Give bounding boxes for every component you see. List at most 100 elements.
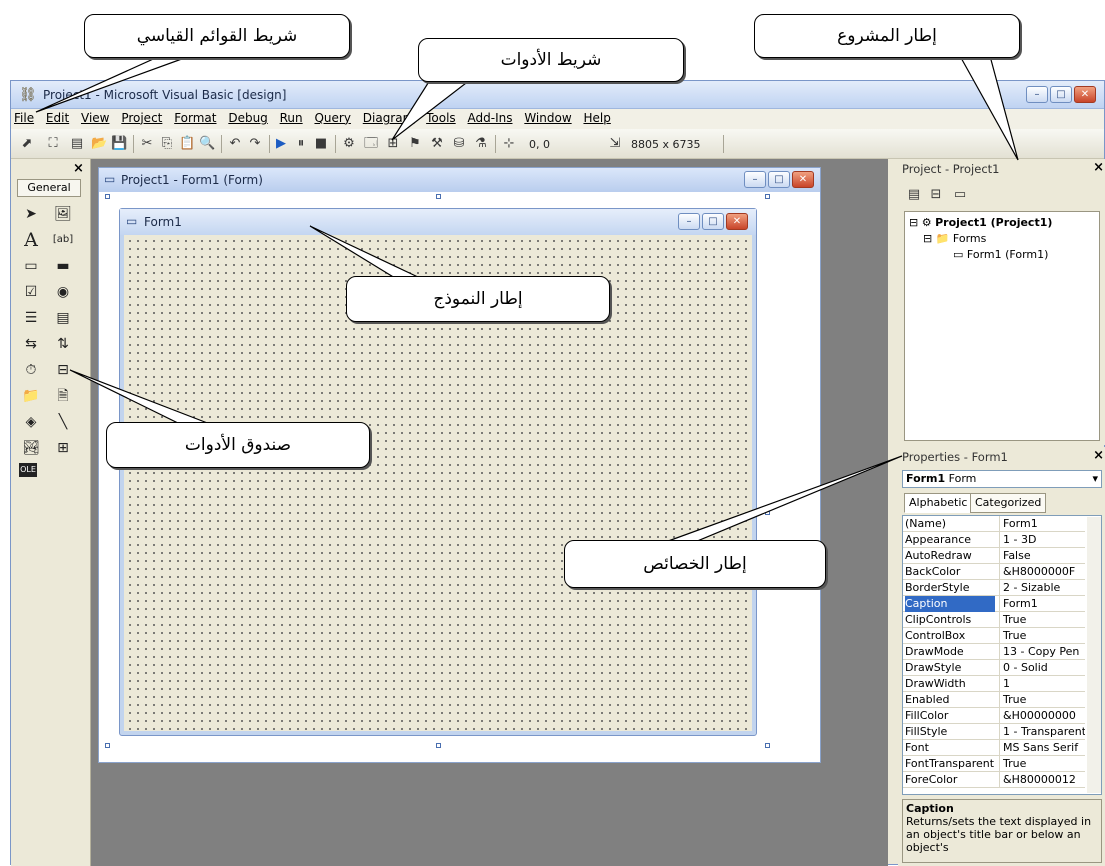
resize-handle[interactable] bbox=[436, 194, 441, 199]
undo-icon[interactable]: ↶ bbox=[227, 136, 243, 152]
visual-component-manager-icon[interactable]: ⚗ bbox=[473, 136, 489, 152]
property-row[interactable]: ForeColor &H80000012 bbox=[903, 772, 1085, 788]
property-value[interactable]: 13 - Copy Pen bbox=[999, 644, 1085, 660]
form1-close-button[interactable]: ✕ bbox=[726, 213, 748, 230]
toggle-folders-icon[interactable]: ▭ bbox=[952, 187, 968, 203]
property-row[interactable]: BackColor &H8000000F bbox=[903, 564, 1085, 580]
designer-minimize-button[interactable]: – bbox=[744, 171, 766, 188]
project-panel-close-icon[interactable]: × bbox=[1093, 160, 1104, 175]
close-button[interactable]: ✕ bbox=[1074, 86, 1096, 103]
end-icon[interactable]: ■ bbox=[313, 136, 329, 152]
property-value[interactable]: 2 - Sizable bbox=[999, 580, 1085, 596]
hscrollbar-icon[interactable]: ⇆ bbox=[19, 333, 43, 355]
property-value[interactable]: True bbox=[999, 692, 1085, 708]
cut-icon[interactable]: ✂ bbox=[139, 136, 155, 152]
form-designer-titlebar[interactable]: ▭ Project1 - Form1 (Form) – □ ✕ bbox=[99, 168, 820, 192]
project-explorer-icon[interactable]: ⚙ bbox=[341, 136, 357, 152]
combobox-icon[interactable]: ☰ bbox=[19, 307, 43, 329]
tree-expand-icon[interactable]: ⊟ bbox=[923, 232, 932, 245]
copy-icon[interactable]: ⎘ bbox=[159, 136, 175, 152]
property-value[interactable]: False bbox=[999, 548, 1085, 564]
menu-view[interactable]: View bbox=[78, 109, 112, 127]
chevron-down-icon[interactable]: ▾ bbox=[1092, 471, 1098, 487]
optionbutton-icon[interactable]: ◉ bbox=[51, 281, 75, 303]
property-value[interactable]: &H80000012 bbox=[999, 772, 1085, 788]
property-value[interactable]: 1 bbox=[999, 676, 1085, 692]
properties-window-icon[interactable]: 🗔 bbox=[363, 136, 379, 152]
redo-icon[interactable]: ↷ bbox=[247, 136, 263, 152]
shape-icon[interactable]: ◈ bbox=[19, 411, 43, 433]
property-value[interactable]: True bbox=[999, 628, 1085, 644]
property-row[interactable]: Appearance 1 - 3D bbox=[903, 532, 1085, 548]
property-row[interactable]: ControlBox True bbox=[903, 628, 1085, 644]
property-row[interactable]: ClipControls True bbox=[903, 612, 1085, 628]
ole-icon[interactable]: OLE bbox=[19, 463, 37, 477]
tab-categorized[interactable]: Categorized bbox=[970, 493, 1047, 513]
timer-icon[interactable]: ⏱ bbox=[19, 359, 43, 381]
property-row[interactable]: DrawMode 13 - Copy Pen bbox=[903, 644, 1085, 660]
property-row[interactable]: FillColor &H00000000 bbox=[903, 708, 1085, 724]
tree-node-form1[interactable]: ▭ Form1 (Form1) bbox=[953, 248, 1048, 261]
textbox-icon[interactable]: [ab] bbox=[51, 229, 75, 251]
menu-window[interactable]: Window bbox=[521, 109, 574, 127]
frame-icon[interactable]: ▭ bbox=[19, 255, 43, 277]
property-row[interactable]: AutoRedraw False bbox=[903, 548, 1085, 564]
menu-query[interactable]: Query bbox=[311, 109, 353, 127]
filelistbox-icon[interactable]: 🗎 bbox=[51, 385, 75, 407]
property-value[interactable]: &H8000000F bbox=[999, 564, 1085, 580]
form1-minimize-button[interactable]: – bbox=[678, 213, 700, 230]
menu-add-ins[interactable]: Add-Ins bbox=[465, 109, 516, 127]
toolbox-tab-general[interactable]: General bbox=[17, 179, 81, 197]
property-row[interactable]: (Name) Form1 bbox=[903, 516, 1085, 532]
menu-file[interactable]: File bbox=[11, 109, 37, 127]
maximize-button[interactable]: □ bbox=[1050, 86, 1072, 103]
form1-titlebar[interactable]: ▭ Form1 – □ ✕ bbox=[120, 209, 756, 235]
commandbutton-icon[interactable]: ▬ bbox=[51, 255, 75, 277]
object-select[interactable]: Form1 Form ▾ bbox=[902, 470, 1102, 488]
add-form-icon[interactable]: ⛶ bbox=[45, 136, 61, 152]
menu-tools[interactable]: Tools bbox=[423, 109, 459, 127]
property-row[interactable]: BorderStyle 2 - Sizable bbox=[903, 580, 1085, 596]
break-icon[interactable]: ⏸ bbox=[293, 136, 309, 152]
toolbox-close-icon[interactable]: × bbox=[73, 161, 84, 176]
property-value[interactable]: 1 - Transparent bbox=[999, 724, 1085, 740]
property-value[interactable]: MS Sans Serif bbox=[999, 740, 1085, 756]
label-icon[interactable]: A bbox=[19, 229, 43, 251]
data-icon[interactable]: ⊞ bbox=[51, 437, 75, 459]
vscrollbar-icon[interactable]: ⇅ bbox=[51, 333, 75, 355]
checkbox-icon[interactable]: ☑ bbox=[19, 281, 43, 303]
resize-handle[interactable] bbox=[765, 743, 770, 748]
form1-maximize-button[interactable]: □ bbox=[702, 213, 724, 230]
property-value[interactable]: Form1 bbox=[999, 516, 1085, 532]
tree-node-project[interactable]: ⊟ ⚙ Project1 (Project1) bbox=[909, 216, 1052, 229]
resize-handle[interactable] bbox=[765, 510, 770, 515]
property-row[interactable]: FillStyle 1 - Transparent bbox=[903, 724, 1085, 740]
drivelistbox-icon[interactable]: ⊟ bbox=[51, 359, 75, 381]
property-value[interactable]: True bbox=[999, 756, 1085, 772]
menu-run[interactable]: Run bbox=[277, 109, 306, 127]
property-value[interactable]: 0 - Solid bbox=[999, 660, 1085, 676]
designer-close-button[interactable]: ✕ bbox=[792, 171, 814, 188]
resize-handle[interactable] bbox=[105, 194, 110, 199]
tree-node-forms[interactable]: ⊟ 📁 Forms bbox=[923, 232, 986, 245]
property-value[interactable]: True bbox=[999, 612, 1085, 628]
menu-format[interactable]: Format bbox=[171, 109, 219, 127]
resize-handle[interactable] bbox=[765, 194, 770, 199]
view-code-icon[interactable]: ▤ bbox=[906, 187, 922, 203]
property-value[interactable]: Form1 bbox=[999, 596, 1085, 612]
start-icon[interactable]: ▶ bbox=[273, 136, 289, 152]
resize-handle[interactable] bbox=[105, 743, 110, 748]
open-project-icon[interactable]: 📂 bbox=[91, 136, 107, 152]
image-icon[interactable]: 🏞 bbox=[19, 437, 43, 459]
add-project-icon[interactable]: ⬈ bbox=[19, 136, 35, 152]
properties-panel-close-icon[interactable]: × bbox=[1093, 448, 1104, 463]
property-row[interactable]: DrawWidth 1 bbox=[903, 676, 1085, 692]
picturebox-icon[interactable]: 🖼 bbox=[51, 203, 75, 225]
property-value[interactable]: 1 - 3D bbox=[999, 532, 1085, 548]
paste-icon[interactable]: 📋 bbox=[179, 136, 195, 152]
designer-maximize-button[interactable]: □ bbox=[768, 171, 790, 188]
tab-alphabetic[interactable]: Alphabetic bbox=[904, 493, 973, 513]
property-value[interactable]: &H00000000 bbox=[999, 708, 1085, 724]
data-view-icon[interactable]: ⛁ bbox=[451, 136, 467, 152]
property-row[interactable]: Caption Form1 bbox=[903, 596, 1085, 612]
